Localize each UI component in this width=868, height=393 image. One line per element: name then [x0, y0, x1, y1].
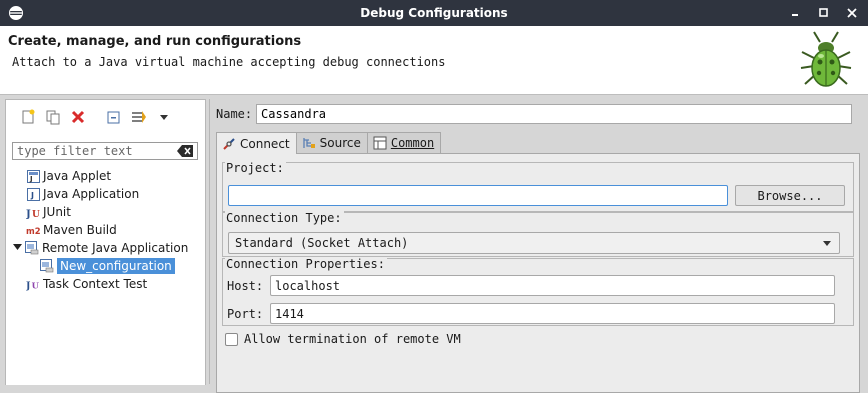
svg-text:U: U — [32, 280, 40, 290]
name-input[interactable] — [256, 104, 852, 124]
checkbox-box[interactable] — [225, 332, 238, 346]
maximize-icon[interactable] — [816, 4, 832, 22]
connect-tab-content: Project: Browse... Connection Type: Stan… — [216, 153, 860, 393]
svg-text:J: J — [29, 175, 33, 183]
duplicate-icon[interactable] — [43, 108, 63, 126]
connection-type-value: Standard (Socket Attach) — [235, 236, 409, 250]
configuration-list-panel: J Java Applet J Java Application JU JUni… — [5, 99, 206, 385]
junit-icon: JU — [26, 205, 40, 219]
connection-type-group: Connection Type: Standard (Socket Attach… — [222, 211, 854, 257]
tree-item-label: Java Application — [43, 187, 140, 201]
svg-text:U: U — [32, 210, 40, 219]
connection-type-select[interactable]: Standard (Socket Attach) — [228, 232, 840, 254]
new-config-icon[interactable] — [18, 108, 38, 126]
window-title: Debug Configurations — [360, 6, 508, 20]
allow-termination-label: Allow termination of remote VM — [244, 332, 461, 346]
delete-icon[interactable] — [68, 108, 88, 126]
browse-button[interactable]: Browse... — [735, 185, 845, 206]
header-banner: Create, manage, and run configurations A… — [0, 26, 868, 95]
debug-bug-icon — [800, 31, 852, 87]
maven-icon: m2 — [26, 223, 40, 237]
tree-item-java-applet[interactable]: J Java Applet — [6, 167, 205, 185]
name-label: Name: — [216, 107, 253, 121]
tree-item-label: Java Applet — [43, 169, 112, 183]
tree-item-label: JUnit — [43, 205, 71, 219]
minimize-icon[interactable] — [788, 4, 804, 22]
connection-properties-label: Connection Properties: — [225, 257, 387, 271]
tree-item-maven-build[interactable]: m2 Maven Build — [6, 221, 205, 239]
common-icon — [373, 136, 387, 150]
connect-icon — [222, 137, 236, 151]
allow-termination-checkbox[interactable]: Allow termination of remote VM — [225, 332, 461, 346]
connection-properties-group: Connection Properties: Host: Port: — [222, 257, 854, 326]
svg-text:J: J — [26, 209, 31, 219]
connection-type-label: Connection Type: — [225, 211, 344, 225]
tab-label: Common — [390, 136, 435, 150]
collapse-all-icon[interactable] — [104, 108, 124, 126]
close-icon[interactable] — [844, 4, 860, 22]
host-input[interactable] — [270, 275, 835, 296]
view-menu-dropdown-icon[interactable] — [154, 108, 174, 126]
tab-label: Connect — [240, 136, 290, 151]
project-group-label: Project: — [225, 161, 286, 175]
svg-text:m2: m2 — [26, 225, 40, 235]
svg-text:J: J — [26, 280, 31, 290]
task-context-icon: JU — [26, 277, 40, 291]
tab-common[interactable]: Common — [366, 132, 442, 153]
project-input[interactable] — [228, 185, 728, 206]
remote-java-icon — [25, 241, 39, 255]
clear-filter-icon[interactable] — [177, 145, 193, 157]
expand-toggle-icon[interactable] — [13, 242, 23, 254]
source-icon — [302, 136, 316, 150]
banner-description: Attach to a Java virtual machine accepti… — [12, 55, 446, 69]
java-application-icon: J — [26, 187, 40, 201]
tree-item-label: New_configuration — [57, 258, 175, 274]
tree-item-label: Task Context Test — [43, 277, 148, 291]
left-toolbar — [18, 108, 174, 126]
banner-title: Create, manage, and run configurations — [8, 34, 302, 49]
filter-icon[interactable] — [129, 108, 149, 126]
configuration-tree: J Java Applet J Java Application JU JUni… — [6, 167, 205, 293]
tab-bar: Connect Source Common — [216, 132, 442, 154]
eclipse-icon — [9, 6, 23, 20]
configuration-editor-panel: Name: Connect Source Common Project: Bro — [209, 99, 868, 393]
host-label: Host: — [227, 279, 264, 293]
tab-connect[interactable]: Connect — [216, 132, 297, 154]
tab-source[interactable]: Source — [295, 132, 368, 153]
project-group: Project: Browse... — [222, 161, 854, 212]
tab-label: Source — [319, 136, 361, 150]
port-input[interactable] — [270, 303, 835, 324]
port-label: Port: — [227, 307, 264, 321]
filter-input[interactable] — [13, 143, 177, 159]
tree-item-remote-java-application[interactable]: Remote Java Application — [6, 239, 205, 257]
tree-item-label: Remote Java Application — [42, 241, 189, 255]
filter-box — [12, 142, 198, 160]
tree-item-java-application[interactable]: J Java Application — [6, 185, 205, 203]
remote-config-icon — [40, 259, 54, 273]
title-bar: Debug Configurations — [0, 0, 868, 26]
chevron-down-icon — [823, 241, 831, 246]
svg-text:J: J — [30, 191, 34, 200]
tree-item-new-configuration[interactable]: New_configuration — [6, 257, 205, 275]
tree-item-task-context-test[interactable]: JU Task Context Test — [6, 275, 205, 293]
tree-item-junit[interactable]: JU JUnit — [6, 203, 205, 221]
tree-item-label: Maven Build — [43, 223, 117, 237]
java-applet-icon: J — [26, 169, 40, 183]
